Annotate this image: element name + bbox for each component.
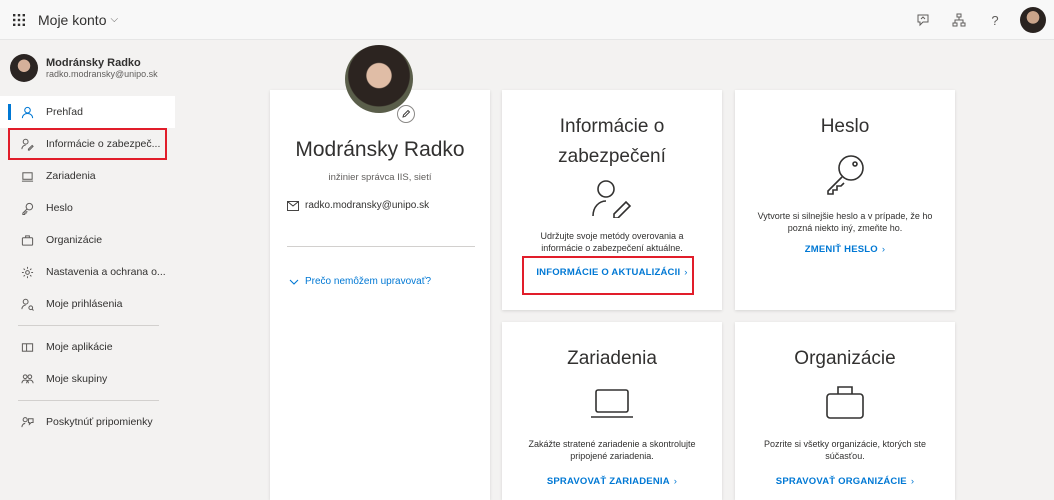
- highlight-box: [522, 256, 694, 295]
- security-info-icon: [20, 137, 34, 151]
- apps-icon: [20, 340, 34, 354]
- edit-photo-button[interactable]: [397, 105, 415, 123]
- laptop-icon: [590, 388, 634, 425]
- card-title: Zariadenia: [567, 348, 657, 369]
- key-icon: [823, 152, 867, 201]
- sidebar-item-password[interactable]: Heslo: [0, 192, 175, 224]
- manage-organizations-link[interactable]: SPRAVOVAŤ ORGANIZÁCIE ›: [735, 476, 955, 487]
- change-password-link[interactable]: ZMENIŤ HESLO ›: [735, 244, 955, 255]
- sidebar-item-settings-privacy[interactable]: Nastavenia a ochrana o...: [0, 256, 175, 288]
- sidebar-item-overview[interactable]: Prehľad: [0, 96, 175, 128]
- chevron-down-icon: [289, 279, 299, 285]
- user-email: radko.modransky@unipo.sk: [46, 69, 158, 79]
- org-chart-icon[interactable]: [948, 9, 970, 31]
- sidebar-item-security-info[interactable]: Informácie o zabezpeč...: [8, 128, 167, 160]
- profile-email: radko.modransky@unipo.sk: [287, 200, 429, 211]
- devices-card: Zariadenia Zakážte stratené zariadenie a…: [502, 322, 722, 500]
- sidebar: Modránsky Radko radko.modransky@unipo.sk…: [0, 40, 175, 500]
- sidebar-item-organizations[interactable]: Organizácie: [0, 224, 175, 256]
- card-description: Zakážte stratené zariadenie a skontroluj…: [528, 439, 696, 461]
- key-icon: [20, 201, 34, 215]
- card-title: Informácie o zabezpečení: [558, 116, 666, 167]
- sidebar-item-my-groups[interactable]: Moje skupiny: [0, 363, 175, 395]
- profile-job-title: inžinier správca IIS, sietí: [328, 172, 432, 183]
- sidebar-item-my-sign-ins[interactable]: Moje prihlásenia: [0, 288, 175, 320]
- sidebar-item-label: Prehľad: [46, 106, 83, 118]
- divider: [18, 325, 159, 326]
- top-bar: Moje konto ⌵ ?: [0, 0, 1054, 40]
- sidebar-item-label: Poskytnúť pripomienky: [46, 416, 153, 428]
- sidebar-item-label: Moje skupiny: [46, 373, 108, 385]
- card-title: Heslo: [820, 116, 870, 137]
- sidebar-item-label: Moje prihlásenia: [46, 298, 123, 310]
- sidebar-item-label: Nastavenia a ochrana o...: [46, 266, 166, 278]
- sidebar-item-devices[interactable]: Zariadenia: [0, 160, 175, 192]
- app-title-label: Moje konto: [38, 11, 107, 28]
- chevron-down-icon: ⌵: [110, 14, 119, 25]
- briefcase-icon: [20, 233, 34, 247]
- sidebar-item-feedback[interactable]: Poskytnúť pripomienky: [0, 406, 175, 438]
- divider: [18, 400, 159, 401]
- feedback-icon[interactable]: [912, 9, 934, 31]
- groups-icon: [20, 372, 34, 386]
- sidebar-item-label: Informácie o zabezpeč...: [46, 138, 161, 150]
- why-cant-edit-label: Prečo nemôžem upravovať?: [305, 276, 432, 287]
- pencil-icon: [402, 109, 411, 118]
- user-name: Modránsky Radko: [46, 57, 141, 69]
- password-card: Heslo Vytvorte si silnejšie heslo a v pr…: [735, 90, 955, 310]
- app-title[interactable]: Moje konto ⌵: [38, 12, 118, 28]
- chevron-right-icon: ›: [910, 476, 915, 487]
- profile-name: Modránsky Radko: [295, 138, 465, 161]
- laptop-icon: [20, 169, 34, 183]
- sidebar-item-label: Moje aplikácie: [46, 341, 113, 353]
- avatar: [10, 54, 38, 82]
- organizations-card: Organizácie Pozrite si všetky organizáci…: [735, 322, 955, 500]
- waffle-icon[interactable]: [0, 0, 38, 40]
- why-cant-edit-link[interactable]: Prečo nemôžem upravovať?: [289, 276, 431, 287]
- chevron-right-icon: ›: [673, 476, 678, 487]
- security-info-icon: [590, 178, 634, 223]
- manage-devices-link[interactable]: SPRAVOVAŤ ZARIADENIA ›: [502, 476, 722, 487]
- person-icon: [20, 105, 34, 119]
- profile-email-text: radko.modransky@unipo.sk: [305, 200, 430, 211]
- mail-icon: [287, 200, 299, 211]
- briefcase-icon: [825, 384, 865, 425]
- chevron-right-icon: ›: [881, 244, 886, 255]
- sidebar-item-label: Organizácie: [46, 234, 103, 246]
- card-description: Pozrite si všetky organizácie, ktorých s…: [763, 439, 927, 461]
- sidebar-item-my-apps[interactable]: Moje aplikácie: [0, 331, 175, 363]
- divider: [287, 246, 475, 247]
- profile-photo: [345, 45, 413, 113]
- sidebar-item-label: Heslo: [46, 202, 73, 214]
- card-title: Organizácie: [794, 348, 896, 369]
- feedback-icon: [20, 415, 34, 429]
- sign-ins-icon: [20, 297, 34, 311]
- card-description: Udržujte svoje metódy overovania a infor…: [540, 231, 684, 253]
- card-description: Vytvorte si silnejšie heslo a v prípade,…: [757, 211, 933, 233]
- user-box: Modránsky Radko radko.modransky@unipo.sk: [0, 40, 175, 96]
- gear-icon: [20, 265, 34, 279]
- avatar[interactable]: [1020, 7, 1046, 33]
- help-icon[interactable]: ?: [984, 9, 1006, 31]
- sidebar-item-label: Zariadenia: [46, 170, 96, 182]
